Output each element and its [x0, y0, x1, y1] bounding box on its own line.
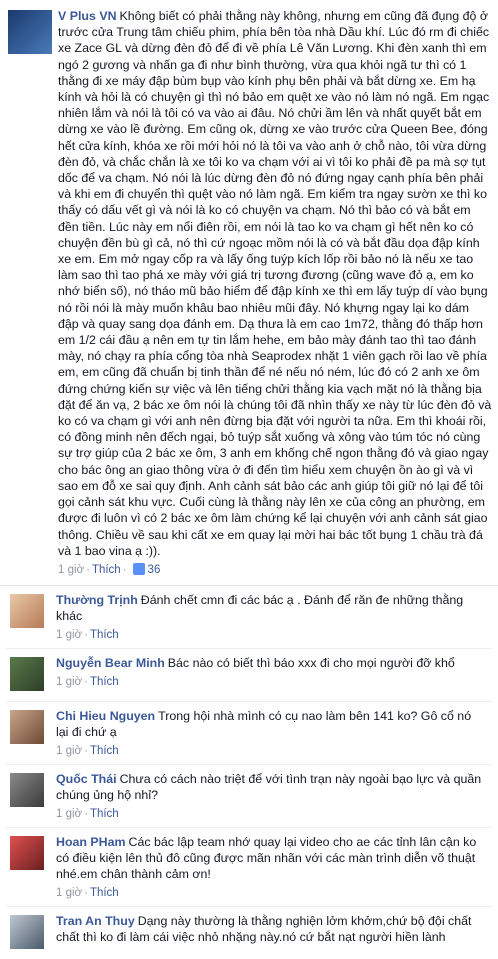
comment-item: Nguyễn Bear Minh Bác nào có biết thì báo … [6, 649, 492, 702]
post-text: Không biết có phải thằng này không, nhưn… [58, 9, 492, 558]
post-like-count[interactable]: 36 [148, 564, 161, 576]
commenter-avatar[interactable] [10, 656, 44, 691]
commenter-name[interactable]: Thường Trịnh [56, 593, 138, 607]
comment-item: Tran An Thuy Dạng này thường là thằng ngh… [6, 907, 492, 959]
separator-dot: · [86, 563, 90, 576]
post: V Plus VN Không biết có phải thằng này kh… [0, 0, 498, 579]
commenter-name[interactable]: Quốc Thái [56, 772, 117, 786]
commenter-avatar[interactable] [10, 914, 44, 949]
comment-body: Chi Hieu Nguyen Trong hội nhà mình có cụ … [56, 708, 486, 740]
comment-like-link[interactable]: Thích [90, 629, 119, 641]
comment-like-link[interactable]: Thích [90, 808, 119, 820]
comment-item: Thường Trịnh Đánh chết cmn đi các bác ạ .… [6, 586, 492, 649]
comment-text: Bác nào có biết thì báo xxx đi cho mọi n… [167, 655, 455, 670]
comment-meta: 1 giờ · Thích [56, 742, 486, 760]
post-like-link[interactable]: Thích [92, 564, 121, 576]
commenter-avatar[interactable] [10, 835, 44, 870]
commenter-avatar[interactable] [10, 709, 44, 744]
commenter-name[interactable]: Tran An Thuy [56, 914, 135, 928]
separator-dot: · [84, 807, 88, 820]
comment-body: Tran An Thuy Dạng này thường là thằng ngh… [56, 913, 486, 945]
post-time[interactable]: 1 giờ [58, 564, 84, 576]
post-author-avatar[interactable] [8, 10, 52, 54]
comment-item: Hoan PHam Các bác lập team nhớ quay lại v… [6, 828, 492, 907]
separator-dot: · [84, 886, 88, 899]
comment-time[interactable]: 1 giờ [56, 887, 82, 899]
comment-item: Chi Hieu Nguyen Trong hội nhà mình có cụ … [6, 702, 492, 765]
comment-list: Thường Trịnh Đánh chết cmn đi các bác ạ .… [0, 586, 498, 959]
separator-dot: · [84, 744, 88, 757]
commenter-name[interactable]: Nguyễn Bear Minh [56, 656, 165, 670]
comment-like-link[interactable]: Thích [90, 676, 119, 688]
post-author-name[interactable]: V Plus VN [58, 9, 117, 23]
comment-meta: 1 giờ · Thích [56, 673, 486, 691]
comment-body: Nguyễn Bear Minh Bác nào có biết thì báo … [56, 655, 486, 671]
like-icon [132, 562, 145, 575]
commenter-avatar[interactable] [10, 772, 44, 807]
comment-like-link[interactable]: Thích [90, 745, 119, 757]
comment-body: Quốc Thái Chưa có cách nào triệt để với t… [56, 771, 486, 803]
comment-meta: 1 giờ · Thích [56, 884, 486, 902]
comment-time[interactable]: 1 giờ [56, 676, 82, 688]
commenter-avatar[interactable] [10, 593, 44, 628]
comment-body: Thường Trịnh Đánh chết cmn đi các bác ạ .… [56, 592, 486, 624]
post-like-summary[interactable]: 36 [132, 561, 161, 579]
comment-time[interactable]: 1 giờ [56, 629, 82, 641]
comment-item: Quốc Thái Chưa có cách nào triệt để với t… [6, 765, 492, 828]
comment-meta: 1 giờ · Thích [56, 805, 486, 823]
comment-body: Hoan PHam Các bác lập team nhớ quay lại v… [56, 834, 486, 882]
post-meta: 1 giờ · Thích · 36 [58, 561, 492, 579]
separator-dot: · [122, 563, 127, 576]
commenter-name[interactable]: Chi Hieu Nguyen [56, 709, 155, 723]
comment-like-link[interactable]: Thích [90, 887, 119, 899]
commenter-name[interactable]: Hoan PHam [56, 835, 126, 849]
post-body: V Plus VN Không biết có phải thằng này kh… [58, 8, 492, 559]
comment-meta: 1 giờ · Thích [56, 626, 486, 644]
comment-text: Chưa có cách nào triệt để với tình trạn … [56, 771, 482, 802]
separator-dot: · [84, 628, 88, 641]
separator-dot: · [84, 675, 88, 688]
comment-time[interactable]: 1 giờ [56, 745, 82, 757]
comment-time[interactable]: 1 giờ [56, 808, 82, 820]
